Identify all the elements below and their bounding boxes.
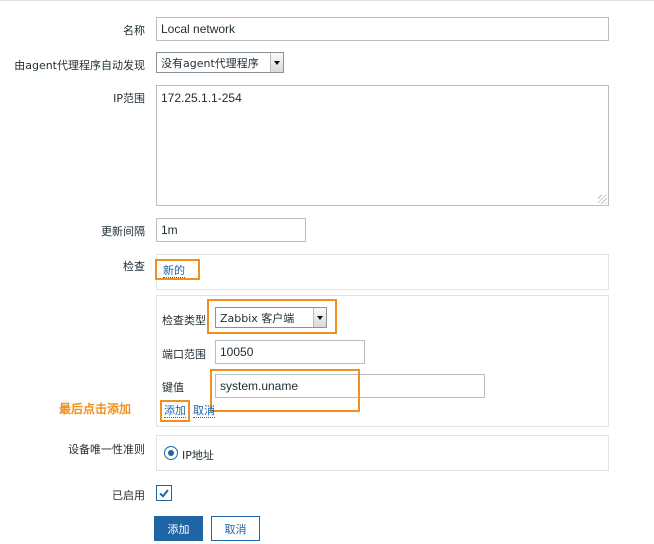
discovery-proxy-value: 没有agent代理程序: [161, 56, 259, 70]
highlight-new-check: [155, 259, 200, 280]
uniqueness-option-label: IP地址: [182, 449, 214, 462]
cancel-check-link[interactable]: 取消: [193, 404, 215, 418]
port-range-input[interactable]: 10050: [215, 340, 365, 364]
cancel-button[interactable]: 取消: [211, 516, 260, 541]
port-range-label: 端口范围: [162, 348, 206, 361]
highlight-key: [210, 369, 360, 412]
enabled-label: 已启用: [112, 489, 145, 502]
key-label: 键值: [162, 381, 184, 394]
update-interval-input[interactable]: 1m: [156, 218, 306, 242]
checks-list-box: 新的: [156, 254, 609, 290]
discovery-proxy-select[interactable]: 没有agent代理程序: [156, 52, 284, 73]
top-divider: [0, 0, 654, 1]
discovery-proxy-label: 由agent代理程序自动发现: [14, 59, 145, 72]
ip-range-textarea[interactable]: 172.25.1.1-254: [156, 85, 609, 206]
checkmark-icon: [159, 489, 169, 498]
highlight-add-link: [160, 400, 190, 422]
chevron-down-icon: [270, 53, 283, 72]
add-button[interactable]: 添加: [154, 516, 203, 541]
radio-ip-address[interactable]: [164, 446, 178, 460]
check-type-label: 检查类型: [162, 314, 206, 327]
uniqueness-label: 设备唯一性准则: [68, 443, 145, 456]
resize-grip-icon[interactable]: [598, 195, 607, 204]
name-input[interactable]: Local network: [156, 17, 609, 41]
ip-range-value: 172.25.1.1-254: [161, 91, 242, 105]
checks-label: 检查: [123, 260, 145, 273]
ip-range-label: IP范围: [113, 92, 145, 105]
annotation-hint: 最后点击添加: [59, 402, 132, 416]
enabled-checkbox[interactable]: [156, 485, 172, 501]
name-label: 名称: [123, 24, 145, 37]
update-interval-label: 更新间隔: [101, 225, 145, 238]
highlight-check-type: [207, 299, 337, 334]
uniqueness-box: IP地址: [156, 435, 609, 471]
